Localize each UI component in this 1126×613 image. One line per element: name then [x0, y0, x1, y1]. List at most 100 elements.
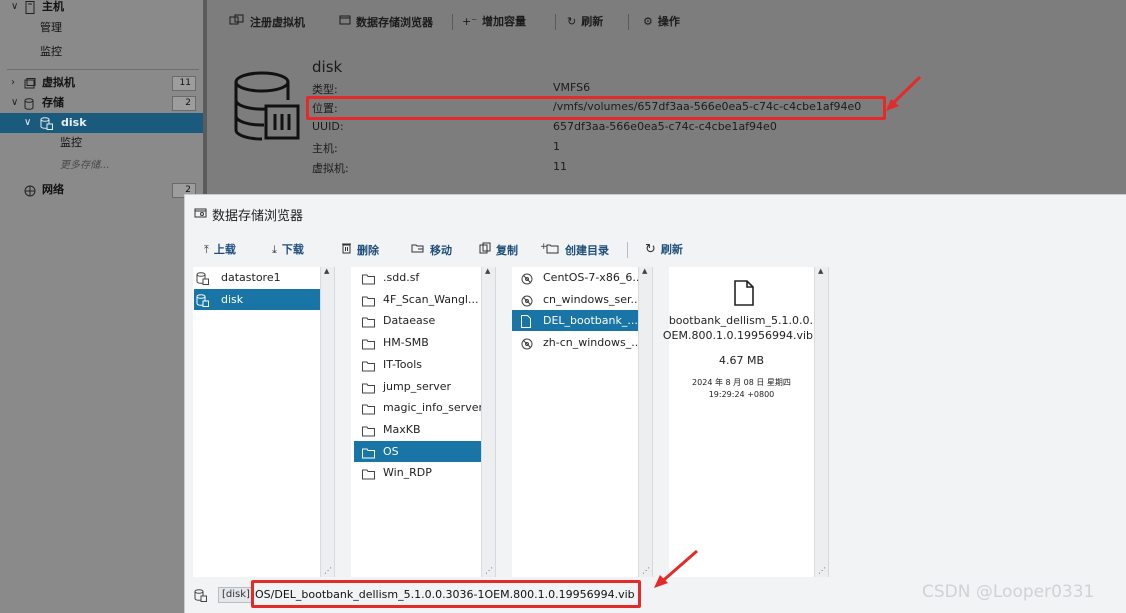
datastore-large-icon: [232, 70, 308, 149]
toolbar-separator: [555, 14, 556, 30]
annotation-arrow: [886, 75, 922, 111]
folder-icon: [362, 336, 375, 357]
storage-count-badge: 2: [172, 96, 196, 111]
scrollbar[interactable]: ▲ ⋰: [638, 267, 652, 577]
datastore-icon: [194, 589, 207, 605]
uuid-value: 657df3aa-566e0ea5-c74c-c4cbe1af94e0: [553, 120, 777, 133]
scroll-up-icon: ▲: [324, 267, 330, 275]
refresh-icon: ↻: [645, 242, 656, 257]
actions-button[interactable]: ⚙ 操作: [643, 14, 680, 30]
folder-item[interactable]: IT-Tools: [354, 354, 495, 375]
datastore-item-datastore1[interactable]: datastore1: [194, 267, 334, 288]
delete-button[interactable]: 删除: [341, 242, 379, 258]
increase-capacity-button[interactable]: +⁻ 增加容量: [462, 14, 526, 30]
datastore-browser-icon: [194, 207, 207, 222]
vm-count-badge: 11: [172, 76, 196, 91]
add-capacity-icon: +⁻: [462, 15, 478, 28]
refresh-button[interactable]: ↻ 刷新: [567, 14, 603, 30]
vms-label: 虚拟机:: [312, 162, 349, 175]
host-icon: [24, 1, 36, 14]
folder-icon: [362, 445, 375, 466]
folder-item[interactable]: magic_info_server: [354, 397, 495, 418]
scroll-up-icon: ▲: [818, 267, 824, 275]
folder-icon: [362, 401, 375, 422]
datastore-icon: [196, 293, 209, 314]
scrollbar[interactable]: ▲ ⋰: [481, 267, 495, 577]
chevron-down-icon: ∨: [11, 97, 19, 108]
nav-vms[interactable]: › 虚拟机 11: [0, 73, 203, 93]
refresh-button[interactable]: ↻ 刷新: [645, 242, 683, 258]
preview-file-time: 19:29:24 +0800: [708, 390, 775, 399]
file-item[interactable]: CentOS-7-x86_6...: [512, 267, 643, 288]
nav-host-manage[interactable]: 管理: [0, 18, 203, 38]
gear-icon: ⚙: [643, 15, 653, 28]
preview-file-name-line1: bootbank_dellism_5.1.0.0.: [668, 314, 813, 327]
folder-item[interactable]: 4F_Scan_Wangl...: [354, 289, 495, 310]
resize-grip-icon: ⋰: [485, 566, 493, 575]
folder-item[interactable]: .sdd.sf: [354, 267, 495, 288]
navigator-panel: ∨ 主机 管理 监控 › 虚拟机 11 ∨ 存储 2 ∨ disk 监控 更多存…: [0, 0, 203, 613]
hosts-label: 主机:: [312, 142, 338, 155]
disc-image-icon: [521, 336, 533, 357]
toolbar-separator: [452, 14, 453, 30]
folder-icon: [362, 380, 375, 401]
folder-item[interactable]: MaxKB: [354, 419, 495, 440]
folder-icon: [362, 423, 375, 444]
folder-list-column[interactable]: Win_RDP OS MaxKB magic_info_server jump_serv…: [351, 267, 496, 577]
vms-value: 11: [553, 160, 567, 173]
folder-icon: [362, 358, 375, 379]
disc-image-icon: [521, 293, 533, 314]
folder-icon: [362, 293, 375, 314]
file-list-column[interactable]: zh-cn_windows_... DEL_bootbank_... cn_wind…: [512, 267, 653, 577]
chevron-right-icon: ›: [11, 77, 15, 88]
toolbar-separator: [627, 242, 628, 258]
vm-icon: [24, 77, 36, 89]
scrollbar[interactable]: ▲ ⋰: [814, 267, 828, 577]
folder-item[interactable]: Win_RDP: [354, 462, 495, 483]
folder-item[interactable]: jump_server: [354, 376, 495, 397]
nav-storage[interactable]: ∨ 存储 2: [0, 93, 203, 113]
folder-icon: [362, 314, 375, 335]
datastore-list-column[interactable]: datastore1 disk ▲ ⋰: [193, 267, 335, 577]
datastore-browser-button[interactable]: 数据存储浏览器: [339, 14, 433, 30]
nav-host-monitor[interactable]: 监控: [0, 42, 203, 62]
create-directory-button[interactable]: + 创建目录: [540, 242, 609, 258]
svg-text:+: +: [540, 242, 548, 252]
copy-icon: [479, 242, 491, 259]
datastore-browser-icon: [339, 14, 351, 31]
type-value: VMFS6: [553, 81, 591, 94]
folder-icon: [362, 466, 375, 487]
main-toolbar: 注册虚拟机 数据存储浏览器 +⁻ 增加容量 ↻ 刷新 ⚙ 操作: [207, 0, 1126, 42]
register-vm-button[interactable]: 注册虚拟机: [229, 14, 305, 30]
upload-button[interactable]: ⤒ 上载: [204, 242, 236, 258]
file-item[interactable]: zh-cn_windows_...: [512, 332, 642, 353]
scroll-up-icon: ▲: [642, 267, 648, 275]
copy-button[interactable]: 复制: [479, 242, 518, 258]
download-button[interactable]: ⤓ 下载: [272, 242, 304, 258]
download-icon: ⤓: [272, 243, 277, 256]
folder-item[interactable]: HM-SMB: [354, 332, 495, 353]
file-icon: [733, 280, 755, 309]
scrollbar[interactable]: ▲ ⋰: [320, 267, 334, 577]
resize-grip-icon: ⋰: [324, 566, 332, 575]
nav-network[interactable]: 网络 2: [0, 180, 203, 200]
folder-item[interactable]: OS: [354, 440, 495, 462]
nav-disk[interactable]: ∨ disk: [0, 113, 203, 133]
new-folder-icon: +: [540, 242, 560, 259]
preview-file-date: 2024 年 8 月 08 日 星期四: [692, 378, 791, 387]
chevron-down-icon: ∨: [11, 1, 19, 12]
datastore-item-disk[interactable]: disk: [194, 289, 334, 310]
nav-more-storage[interactable]: 更多存储...: [0, 156, 203, 176]
storage-icon: [24, 97, 36, 110]
nav-disk-monitor[interactable]: 监控: [0, 133, 203, 153]
location-highlight-box: [306, 96, 886, 120]
annotation-arrow: [654, 549, 698, 588]
document-icon: [521, 314, 531, 335]
disc-image-icon: [521, 271, 533, 292]
nav-host[interactable]: ∨ 主机: [0, 0, 203, 17]
chevron-down-icon: ∨: [24, 117, 32, 128]
move-button[interactable]: 移动: [411, 242, 452, 258]
resize-grip-icon: ⋰: [642, 566, 650, 575]
preview-file-name-line2: OEM.800.1.0.19956994.vib: [662, 329, 813, 342]
folder-item[interactable]: Dataease: [354, 310, 495, 331]
